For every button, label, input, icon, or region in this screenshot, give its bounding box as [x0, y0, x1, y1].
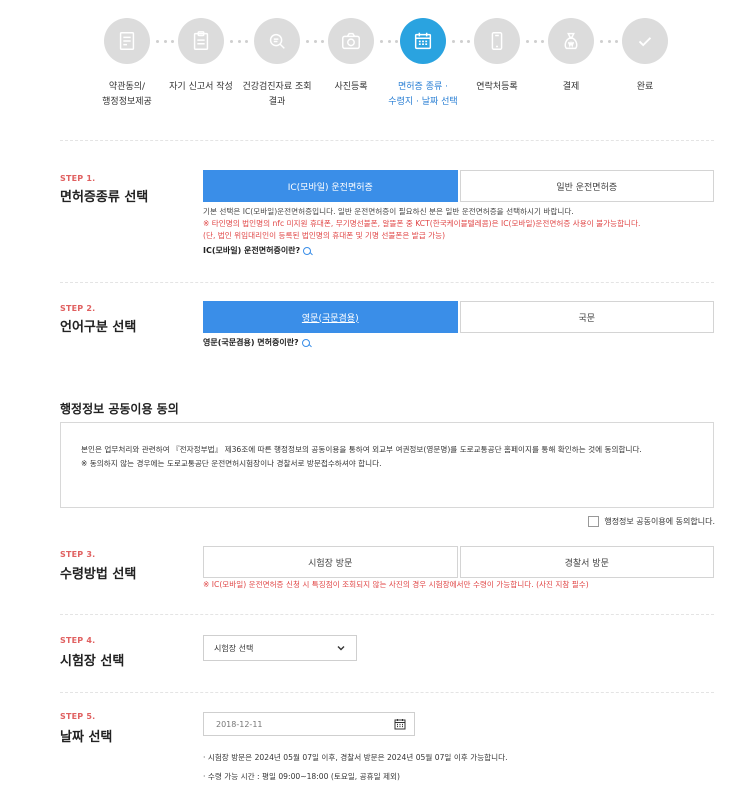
divider [60, 614, 714, 615]
step4-tag: STEP 4. [60, 636, 96, 645]
step-connector [380, 38, 398, 44]
step1-tag: STEP 1. [60, 174, 96, 183]
ic-license-info-link[interactable]: IC(모바일) 운전면허증이란? [203, 245, 723, 257]
calendar-icon[interactable] [394, 718, 406, 730]
consent-checkbox-row[interactable]: 행정정보 공동이용에 동의합니다. [588, 516, 715, 527]
divider [60, 140, 714, 141]
consent-title: 행정정보 공동이용 동의 [60, 402, 179, 416]
test-center-option[interactable]: 시험장 방문 [203, 546, 458, 578]
step-connector [600, 38, 618, 44]
test-center-select[interactable]: 시험장 선택 [203, 635, 357, 661]
step5-title: 날짜 선택 [60, 730, 113, 745]
step-label: 완료 [636, 82, 654, 92]
step1-warning: ※ 타인명의 법인명의 nfc 미지원 휴대폰, 무기명선불폰, 알뜰폰 중 K… [203, 219, 641, 228]
divider [60, 282, 714, 283]
search-document-icon [254, 18, 300, 64]
date-input[interactable]: 2018-12-11 [203, 712, 415, 736]
consent-text: 본인은 업무처리와 관련하여 『전자정부법』 제36조에 따른 행정정보의 공동… [81, 445, 642, 454]
step1-title: 면허증종류 선택 [60, 190, 149, 205]
step-health-check: 건강검진자료 조회 결과 [242, 18, 312, 107]
step-terms: 약관동의/ 행정정보제공 [102, 18, 152, 107]
step-payment: 결제 [548, 18, 594, 92]
english-license-info-link[interactable]: 영문(국문겸용) 면허증이란? [203, 337, 723, 349]
step3-warning: ※ IC(모바일) 운전면허증 신청 시 특징점이 조회되지 않는 사진의 경우… [203, 580, 589, 589]
check-icon [622, 18, 668, 64]
document-check-icon [104, 18, 150, 64]
test-center-select-value: 시험장 선택 [214, 643, 254, 653]
date-info-2: · 수령 가능 시간 : 평일 09:00~18:00 (토요일, 공휴일 제외… [203, 772, 400, 781]
step-self-report: 자기 신고서 작성 [169, 18, 233, 92]
step-contact: 연락처등록 [474, 18, 520, 92]
police-station-option[interactable]: 경찰서 방문 [459, 546, 714, 578]
camera-icon [328, 18, 374, 64]
step2-title: 언어구분 선택 [60, 320, 137, 335]
money-bag-icon [548, 18, 594, 64]
step-photo: 사진등록 [328, 18, 374, 92]
chevron-down-icon [337, 646, 345, 651]
search-icon [303, 246, 312, 255]
ic-license-option[interactable]: IC(모바일) 운전면허증 [203, 170, 458, 202]
consent-text-box: 본인은 업무처리와 관련하여 『전자정부법』 제36조에 따른 행정정보의 공동… [60, 422, 714, 508]
step4-title: 시험장 선택 [60, 654, 125, 669]
progress-stepper: 약관동의/ 행정정보제공 자기 신고서 작성 건강검진자료 조회 결과 사진등록… [102, 18, 670, 128]
step-complete: 완료 [622, 18, 668, 92]
phone-icon [474, 18, 520, 64]
step-connector [452, 38, 470, 44]
language-toggle: 영문(국문겸용) 국문 [203, 301, 714, 333]
license-type-toggle: IC(모바일) 운전면허증 일반 운전면허증 [203, 170, 714, 202]
step-connector [306, 38, 324, 44]
consent-text-note: ※ 동의하지 않는 경우에는 도로교통공단 운전면허시험장이나 경찰서로 방문접… [81, 459, 382, 468]
step-connector [526, 38, 544, 44]
korean-option[interactable]: 국문 [459, 301, 714, 333]
regular-license-option[interactable]: 일반 운전면허증 [459, 170, 714, 202]
pickup-method-toggle: 시험장 방문 경찰서 방문 [203, 546, 714, 578]
step5-tag: STEP 5. [60, 712, 96, 721]
calendar-icon [400, 18, 446, 64]
step1-warning-sub: (단, 법인 위임대리인이 등록된 법인명의 휴대폰 및 기명 선불폰은 발급 … [203, 231, 446, 240]
clipboard-icon [178, 18, 224, 64]
date-value: 2018-12-11 [216, 719, 263, 729]
step3-title: 수령방법 선택 [60, 567, 137, 582]
english-option[interactable]: 영문(국문겸용) [203, 301, 458, 333]
step2-tag: STEP 2. [60, 304, 96, 313]
step-connector [230, 38, 248, 44]
consent-checkbox[interactable] [588, 516, 600, 527]
divider [60, 692, 714, 693]
step-connector [156, 38, 174, 44]
step3-tag: STEP 3. [60, 550, 96, 559]
search-icon [301, 338, 310, 347]
date-info-1: · 시험장 방문은 2024년 05월 07일 이후, 경찰서 방문은 2024… [203, 753, 508, 762]
consent-checkbox-label: 행정정보 공동이용에 동의합니다. [604, 517, 715, 526]
step-license-type: 면허증 종류 · 수령지 · 날짜 선택 [388, 18, 458, 107]
step1-note: 기본 선택은 IC(모바일)운전면허증입니다. 일반 운전면허증이 필요하신 분… [203, 207, 574, 216]
